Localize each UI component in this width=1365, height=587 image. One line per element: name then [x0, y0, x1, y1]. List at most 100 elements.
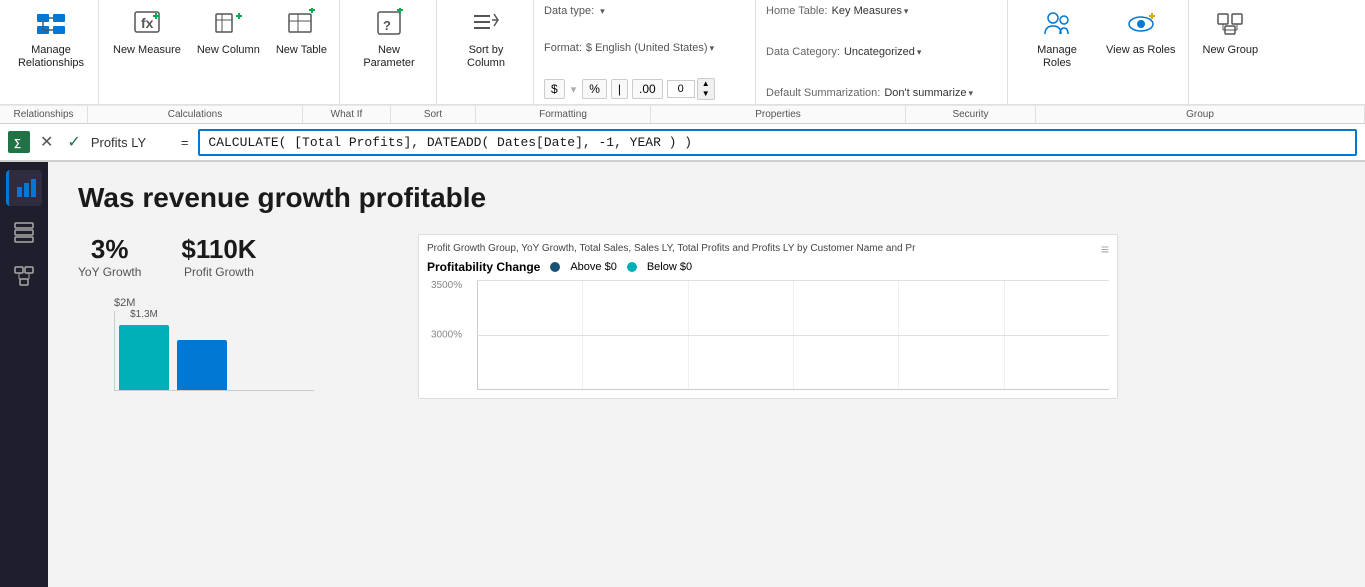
- metric-yoy-value: 3%: [91, 234, 129, 265]
- percent-button[interactable]: %: [582, 79, 607, 99]
- manage-relationships-button[interactable]: Manage Relationships: [10, 4, 92, 74]
- ribbon-security-group: Manage Roles View as Roles: [1010, 0, 1189, 104]
- manage-roles-label: Manage Roles: [1022, 44, 1092, 70]
- manage-roles-button[interactable]: Manage Roles: [1016, 4, 1098, 104]
- formula-cancel-button[interactable]: ✕: [36, 130, 57, 154]
- legend-row: Profitability Change Above $0 Below $0: [427, 260, 1109, 274]
- dtype-label: Data type:: [544, 5, 594, 17]
- decimal-button[interactable]: .00: [632, 79, 663, 99]
- new-group-label: New Group: [1203, 44, 1259, 57]
- formatting-controls: $ ▾ % | .00 ▲ ▼: [544, 78, 747, 100]
- home-table-label: Home Table:: [766, 5, 828, 17]
- metric-profit-label: Profit Growth: [184, 265, 254, 279]
- new-column-icon: [212, 8, 244, 40]
- format-dropdown[interactable]: $ English (United States) ▾: [586, 42, 714, 54]
- ribbon-group-items: Manage Relationships: [10, 4, 92, 104]
- metric-yoy-label: YoY Growth: [78, 265, 141, 279]
- ribbon-datatype-section: Data type: ▾ Format: $ English (United S…: [536, 0, 756, 104]
- decimal-places-input[interactable]: [667, 80, 695, 98]
- chart-grid: 3500% 3000%: [477, 280, 1109, 390]
- y-label-3000: 3000%: [431, 330, 462, 341]
- sidebar-icon-report[interactable]: [6, 170, 42, 206]
- legend-below-dot: [627, 262, 637, 272]
- spin-up-button[interactable]: ▲: [698, 79, 714, 89]
- main-area: Was revenue growth profitable 3% YoY Gro…: [0, 162, 1365, 587]
- view-as-roles-icon: [1125, 8, 1157, 40]
- format-row: Format: $ English (United States) ▾: [544, 41, 747, 55]
- bar-blue: [177, 340, 227, 390]
- bar-chart-y-label: $2M: [114, 297, 398, 309]
- profitability-label: Profitability Change: [427, 260, 540, 274]
- spin-down-button[interactable]: ▼: [698, 89, 714, 99]
- formula-bar: ∑ ✕ ✓ Profits LY =: [0, 124, 1365, 162]
- fmt-separator1: ▾: [571, 83, 577, 96]
- formula-equals: =: [177, 135, 193, 150]
- ribbon-tab-bar: Manage Relationships fx New Measure: [0, 0, 1365, 105]
- section-label-formatting: Formatting: [476, 106, 651, 123]
- bar-chart: $2M $1.3M: [78, 297, 398, 391]
- new-parameter-button[interactable]: ? New Parameter: [348, 4, 430, 74]
- separator-button[interactable]: |: [611, 79, 628, 99]
- formula-input[interactable]: [198, 129, 1357, 156]
- manage-relationships-icon: [35, 8, 67, 40]
- default-summarization-dropdown[interactable]: Don't summarize ▾: [884, 87, 973, 99]
- metric-profit-value: $110K: [181, 234, 256, 265]
- bar-label: $1.3M: [119, 309, 169, 320]
- bar-teal: $1.3M: [119, 325, 169, 390]
- new-group-icon: [1214, 8, 1246, 40]
- default-summarization-row: Default Summarization: Don't summarize ▾: [766, 86, 999, 100]
- section-label-security: Security: [906, 106, 1036, 123]
- data-category-value: Uncategorized: [844, 46, 915, 58]
- new-group-button[interactable]: New Group: [1197, 4, 1265, 104]
- section-label-sort: Sort: [391, 106, 476, 123]
- new-parameter-label: New Parameter: [354, 44, 424, 70]
- data-category-label: Data Category:: [766, 46, 840, 58]
- new-column-label: New Column: [197, 44, 260, 57]
- sort-by-column-button[interactable]: Sort by Column: [445, 4, 527, 74]
- new-table-label: New Table: [276, 44, 327, 57]
- formula-confirm-button[interactable]: ✓: [63, 130, 84, 154]
- data-category-row: Data Category: Uncategorized ▾: [766, 45, 999, 59]
- section-label-calculations: Calculations: [88, 106, 303, 123]
- content-row: 3% YoY Growth $110K Profit Growth $2M $1…: [78, 234, 1335, 399]
- calculations-items: fx New Measure: [107, 4, 333, 104]
- format-value: $ English (United States): [586, 42, 708, 54]
- home-table-value: Key Measures: [832, 5, 902, 17]
- grid-line-top: [477, 280, 1109, 281]
- dtype-dropdown[interactable]: ▾: [598, 6, 605, 17]
- default-summarization-caret: ▾: [969, 88, 974, 99]
- ribbon-group-group: New Group: [1191, 0, 1271, 104]
- new-measure-button[interactable]: fx New Measure: [107, 4, 187, 74]
- format-caret: ▾: [710, 43, 715, 54]
- ribbon-whatif-group: ? New Parameter: [342, 0, 437, 104]
- view-as-roles-label: View as Roles: [1106, 44, 1176, 57]
- currency-button[interactable]: $: [544, 79, 565, 99]
- sidebar-icon-data[interactable]: [6, 214, 42, 250]
- panel-handle-icon: ≡: [1101, 241, 1109, 257]
- new-column-button[interactable]: New Column: [191, 4, 266, 74]
- format-label: Format:: [544, 42, 582, 54]
- sort-by-column-icon: [470, 8, 502, 40]
- svg-text:∑: ∑: [14, 138, 21, 149]
- spin-arrows: ▲ ▼: [697, 78, 715, 100]
- right-panel-title: Profit Growth Group, YoY Growth, Total S…: [427, 243, 1109, 254]
- svg-text:fx: fx: [141, 15, 154, 31]
- home-table-row: Home Table: Key Measures ▾: [766, 4, 999, 18]
- default-summarization-label: Default Summarization:: [766, 87, 880, 99]
- sidebar-icon-model[interactable]: [6, 258, 42, 294]
- view-as-roles-button[interactable]: View as Roles: [1100, 4, 1182, 104]
- whatif-items: ? New Parameter: [348, 4, 430, 104]
- canvas-area: Was revenue growth profitable 3% YoY Gro…: [48, 162, 1365, 587]
- metric-profit: $110K Profit Growth: [181, 234, 256, 279]
- bars-container: $1.3M: [114, 311, 314, 391]
- data-category-dropdown[interactable]: Uncategorized ▾: [844, 46, 921, 58]
- new-table-button[interactable]: New Table: [270, 4, 333, 74]
- data-category-caret: ▾: [917, 47, 922, 58]
- home-table-dropdown[interactable]: Key Measures ▾: [832, 5, 909, 17]
- ribbon-calculations-group: fx New Measure: [101, 0, 340, 104]
- dtype-caret: ▾: [600, 6, 605, 17]
- ribbon-relationships-group: Manage Relationships: [4, 0, 99, 104]
- section-label-properties: Properties: [651, 106, 906, 123]
- spin-control: ▲ ▼: [667, 78, 715, 100]
- new-table-icon: [285, 8, 317, 40]
